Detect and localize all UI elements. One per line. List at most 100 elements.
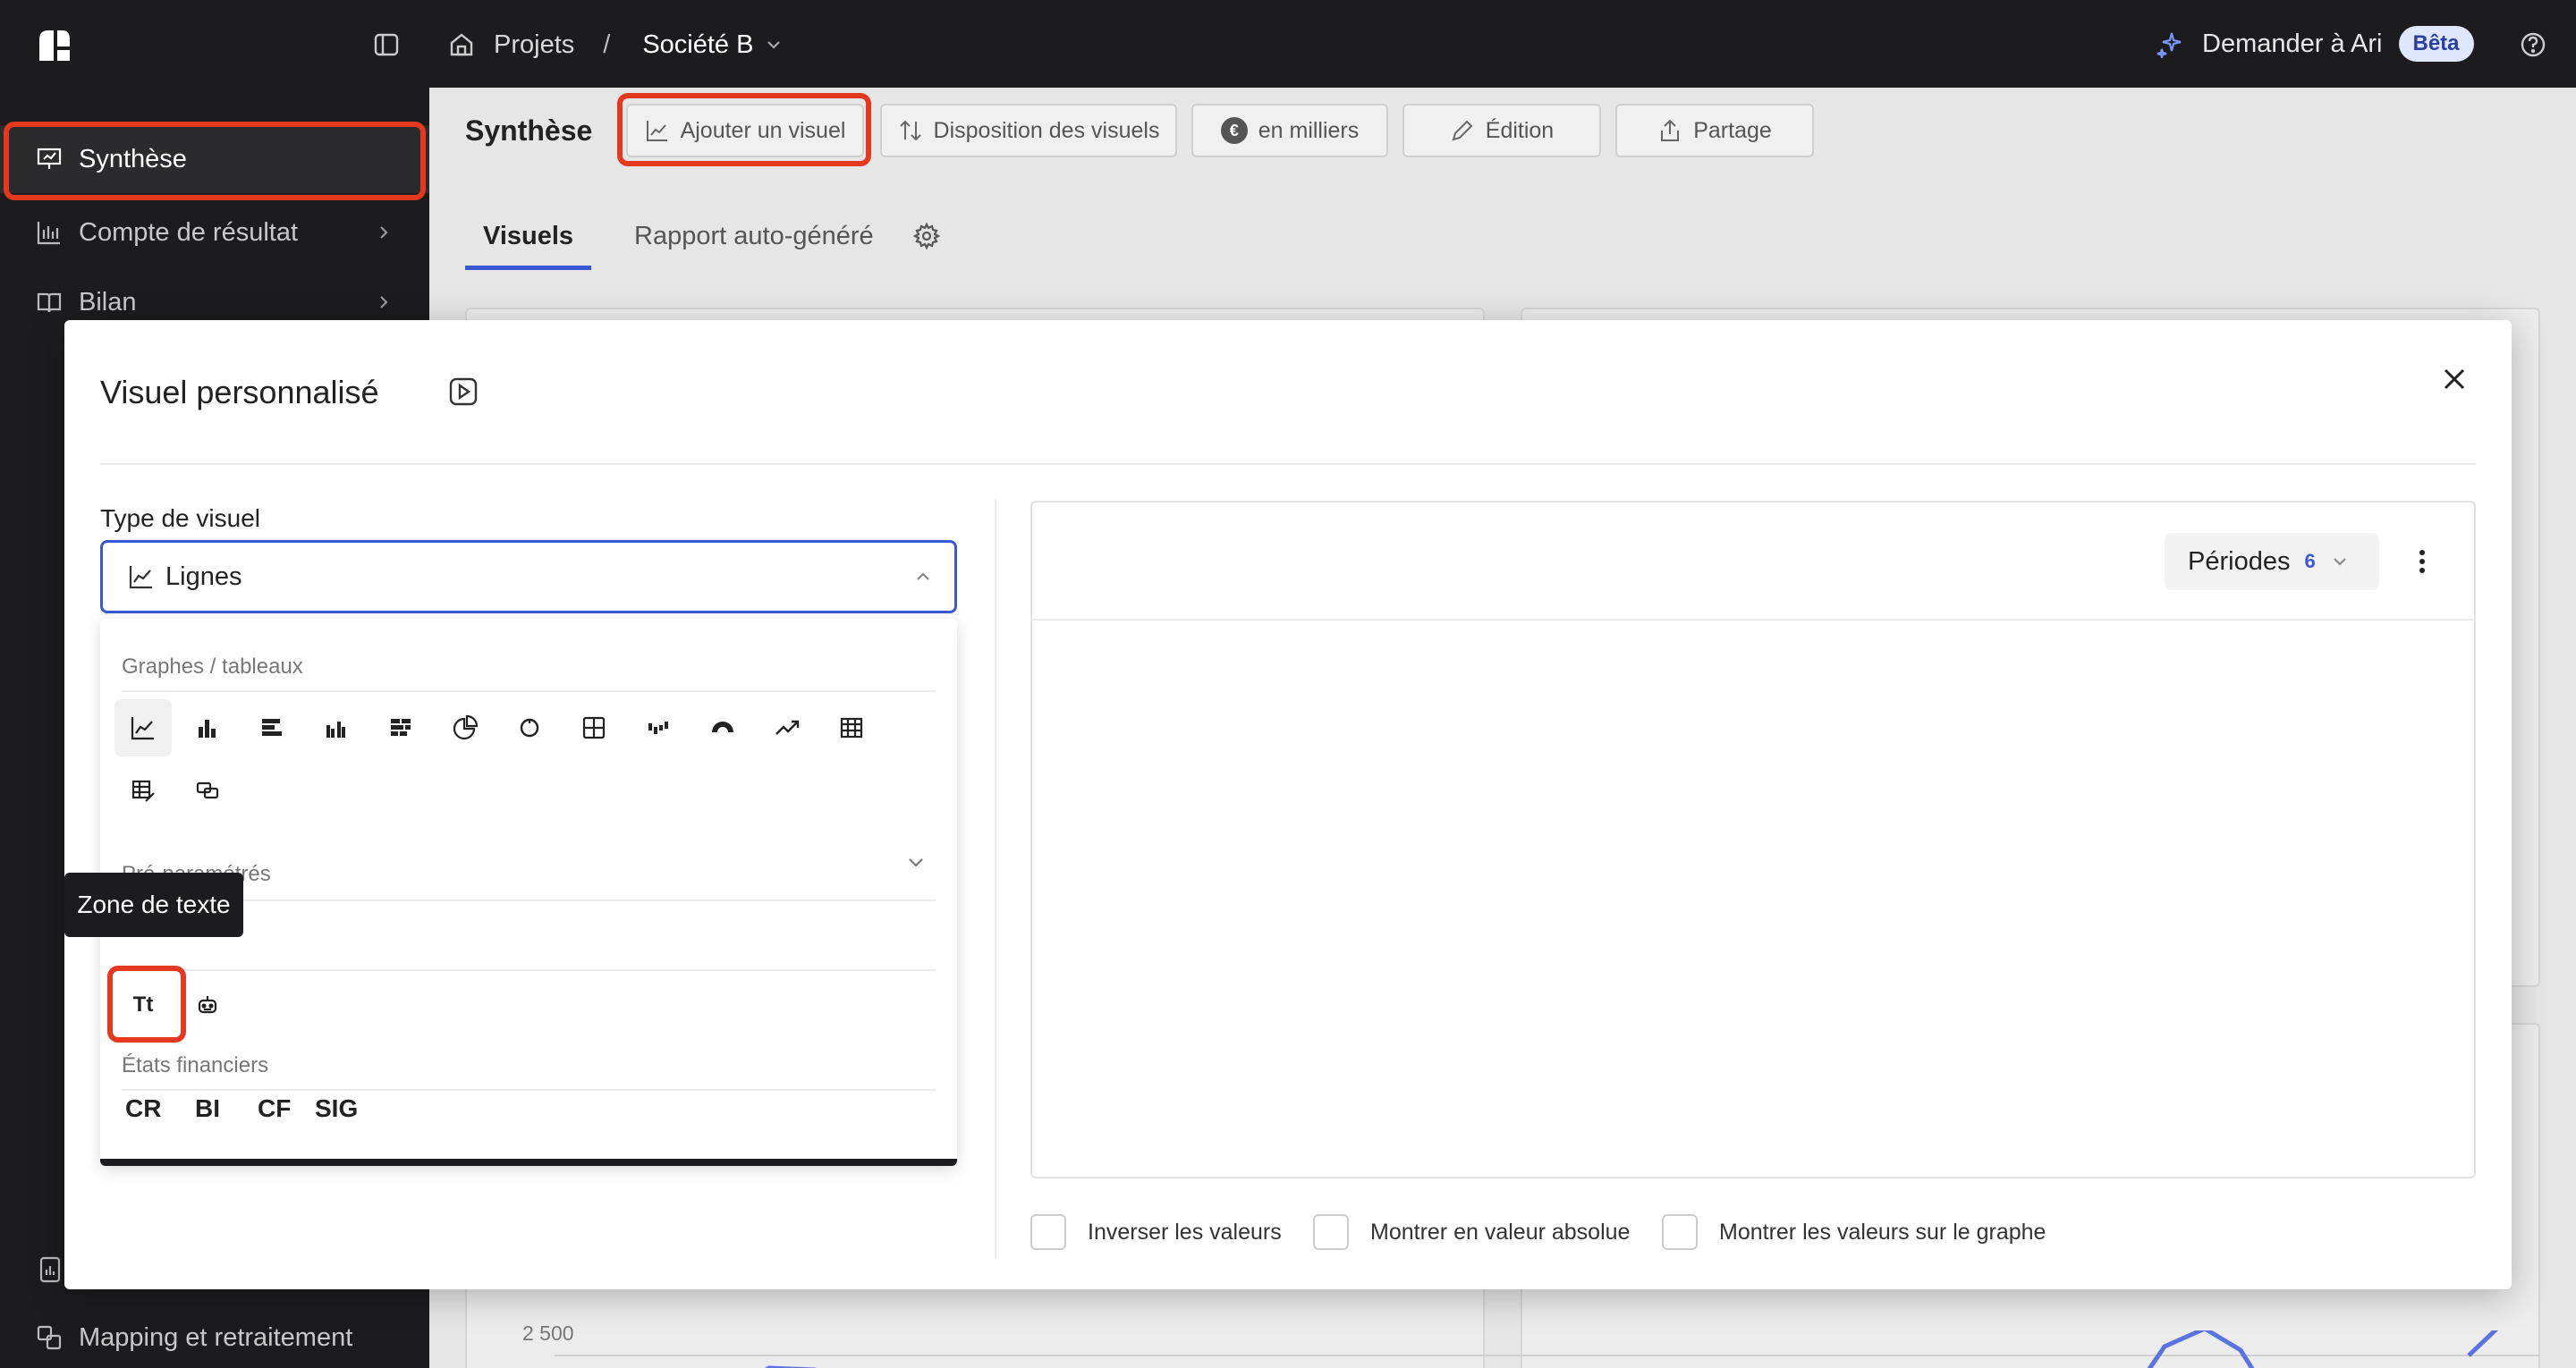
help-icon[interactable] (2519, 30, 2547, 59)
periods-count: 6 (2304, 550, 2316, 572)
share-button[interactable]: Partage (1615, 104, 1814, 157)
chart-type-pie[interactable] (436, 699, 494, 756)
tooltip-text-zone: Zone de texte (64, 873, 243, 937)
option-absolute[interactable]: Montrer en valeur absolue (1313, 1214, 1630, 1250)
ai-bot-button[interactable] (179, 976, 236, 1034)
bar-chart-icon (199, 720, 216, 738)
tab-visuels[interactable]: Visuels (465, 222, 592, 270)
checkbox[interactable] (1662, 1214, 1698, 1250)
chart-type-stacked-bar[interactable] (372, 699, 429, 756)
page-title: Synthèse (465, 114, 593, 147)
table-edit-icon (131, 780, 155, 802)
grouped-bar-icon (326, 722, 345, 738)
chevron-down-icon[interactable] (764, 35, 784, 55)
chart-type-bar[interactable] (179, 699, 236, 756)
gear-icon[interactable] (912, 222, 941, 250)
breadcrumb-separator: / (603, 30, 611, 59)
beta-badge: Bêta (2398, 26, 2474, 62)
robot-icon (198, 996, 217, 1014)
book-icon (37, 292, 62, 313)
compare-icon (196, 781, 219, 799)
divider (122, 899, 936, 901)
table-icon (840, 717, 863, 739)
option-label: Inverser les valeurs (1088, 1219, 1282, 1245)
chevron-down-icon[interactable] (905, 851, 927, 873)
periods-dropdown[interactable]: Périodes 6 (2165, 533, 2379, 590)
ask-ari-button[interactable]: Demander à Ari Bêta (2156, 25, 2474, 63)
chart-type-table-edit[interactable] (114, 762, 172, 819)
units-label: en milliers (1258, 117, 1360, 143)
chevron-right-icon (380, 226, 388, 239)
chevron-up-icon (917, 572, 929, 580)
app-logo[interactable] (36, 27, 73, 63)
units-button[interactable]: € en milliers (1191, 104, 1388, 157)
chart-type-donut[interactable] (501, 699, 558, 756)
option-label: Montrer en valeur absolue (1370, 1219, 1631, 1245)
breadcrumb-company[interactable]: Société B (642, 30, 753, 60)
highlight-synthese (4, 122, 426, 200)
periods-label: Périodes (2188, 546, 2291, 576)
breadcrumb-projects[interactable]: Projets (494, 30, 574, 60)
mapping-icon (37, 1325, 62, 1350)
financial-cf[interactable]: CF (258, 1094, 291, 1123)
chart-type-trend[interactable] (758, 699, 816, 756)
chart-type-grouped-bar[interactable] (308, 699, 365, 756)
financial-sig[interactable]: SIG (315, 1094, 358, 1123)
edit-label: Édition (1485, 117, 1555, 143)
chart-type-table[interactable] (823, 699, 880, 756)
waterfall-icon (648, 722, 668, 734)
divider (1032, 619, 2474, 621)
top-bar: Projets / Société B Demander à Ari Bêta (0, 0, 2576, 88)
custom-visual-modal: Visuel personnalisé Type de visuel Ligne… (64, 320, 2512, 1289)
chevron-down-icon (2333, 558, 2346, 566)
chart-type-waterfall[interactable] (630, 699, 687, 756)
sidebar-toggle-icon[interactable] (372, 30, 401, 59)
checkbox[interactable] (1313, 1214, 1349, 1250)
layout-button[interactable]: Disposition des visuels (880, 104, 1177, 157)
visual-type-label: Type de visuel (100, 504, 260, 532)
breadcrumb: Projets / Société B (447, 27, 784, 63)
trend-up-icon (775, 720, 800, 735)
background-line-chart (555, 1330, 2540, 1368)
divider (995, 499, 996, 1259)
highlight-add-visual (617, 93, 871, 166)
chart-type-line[interactable] (114, 699, 172, 756)
sparkle-icon (2157, 32, 2182, 58)
sidebar-item-label: Mapping et retraitement (79, 1322, 353, 1352)
financial-cr[interactable]: CR (125, 1094, 161, 1123)
sidebar-item-compte-de-resultat[interactable]: Compte de résultat (0, 198, 429, 266)
bar-chart-icon (37, 222, 60, 245)
option-invert[interactable]: Inverser les valeurs (1030, 1214, 1282, 1250)
edit-button[interactable]: Édition (1402, 104, 1601, 157)
more-options-icon[interactable] (2417, 545, 2428, 578)
section-charts: Graphes / tableaux (122, 654, 303, 679)
section-financial: États financiers (122, 1053, 269, 1077)
divider (122, 1089, 936, 1091)
divider (122, 690, 936, 692)
gauge-icon (712, 722, 733, 732)
close-icon[interactable] (2438, 363, 2470, 395)
ask-ari-label: Demander à Ari (2202, 29, 2383, 58)
chevron-right-icon (380, 296, 388, 308)
chart-type-gauge[interactable] (694, 699, 751, 756)
financial-bi[interactable]: BI (195, 1094, 220, 1123)
stacked-bar-icon (391, 719, 411, 736)
home-icon[interactable] (447, 30, 476, 59)
option-show-values[interactable]: Montrer les valeurs sur le graphe (1662, 1214, 2046, 1250)
chart-type-treemap[interactable] (565, 699, 623, 756)
visual-preview: Périodes 6 (1030, 501, 2476, 1178)
chart-type-horizontal-bar[interactable] (243, 699, 301, 756)
tab-rapport[interactable]: Rapport auto-généré (634, 222, 874, 270)
report-icon[interactable] (36, 1255, 64, 1284)
sort-arrows-icon (899, 120, 921, 141)
video-play-icon[interactable] (447, 376, 479, 408)
visual-type-select[interactable]: Lignes (100, 540, 957, 613)
sidebar-item-mapping[interactable]: Mapping et retraitement (0, 1304, 429, 1368)
sidebar-item-label: Bilan (79, 287, 137, 317)
visual-type-value: Lignes (165, 562, 242, 591)
highlight-text-zone (107, 966, 186, 1043)
chart-type-compare[interactable] (179, 762, 236, 819)
checkbox[interactable] (1030, 1214, 1066, 1250)
treemap-icon (582, 716, 606, 739)
modal-title: Visuel personnalisé (100, 374, 379, 410)
